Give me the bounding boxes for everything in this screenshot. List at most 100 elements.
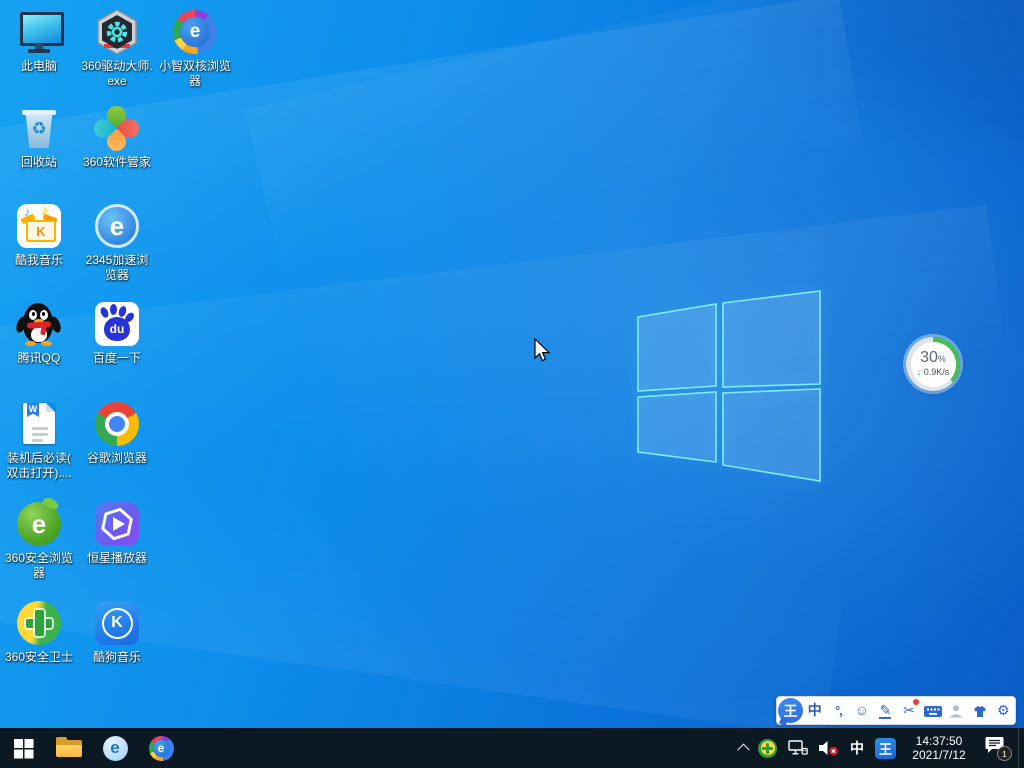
tray-date: 2021/7/12 — [908, 748, 970, 762]
hexagon-gear-icon — [93, 8, 141, 56]
penguin-pupil — [32, 312, 35, 316]
gradient-tile — [95, 502, 139, 546]
icon-label: 此电脑 — [0, 59, 82, 74]
recycle-bin-icon: ♻ — [15, 104, 63, 152]
desktop-icon-tencent-qq[interactable]: 腾讯QQ — [0, 300, 78, 366]
desktop-wallpaper: 此电脑 360驱动大师. exe e 小智双核浏览 器 ♻ 回收站 — [0, 0, 1024, 728]
handwriting-pencil-icon[interactable]: ✎ — [874, 698, 898, 723]
speed-ball[interactable]: 30% ↓ 0.9K/s — [906, 337, 960, 391]
text-line — [32, 433, 48, 436]
icon-label: 百度一下 — [74, 351, 160, 366]
emoji-icon[interactable]: ☺ — [850, 698, 874, 723]
tray-clock[interactable]: 14:37:50 2021/7/12 — [908, 734, 970, 762]
document-page: W — [23, 403, 55, 444]
paw-toe — [110, 304, 117, 315]
desktop-icon-recycle-bin[interactable]: ♻ 回收站 — [0, 104, 78, 170]
qq-penguin-icon — [15, 300, 63, 348]
account-person-icon[interactable] — [944, 698, 968, 723]
taskbar: e e — [0, 728, 1024, 768]
icon-label: 360软件管家 — [74, 155, 160, 170]
star-player-icon — [93, 500, 141, 548]
ime-toolbar[interactable]: 王 中 °, ☺ ✎ ✂ ⚙ — [776, 696, 1016, 725]
desktop-icon-star-player[interactable]: 恒星播放器 — [78, 500, 156, 566]
taskbar-xiaozhi-browser-button[interactable]: e — [138, 728, 184, 768]
desktop-icon-kugou-music[interactable]: K 酷狗音乐 — [78, 599, 156, 665]
system-tray: 中 王 14:37:50 2021/7/12 1 — [731, 728, 1024, 768]
paw-palm-du: du — [104, 317, 130, 341]
icon-label: 装机后必读( 双击打开).... — [0, 451, 82, 481]
360-safe-icon — [15, 599, 63, 647]
icon-label: 360驱动大师. exe — [74, 59, 160, 89]
volume-muted-icon[interactable] — [818, 728, 840, 768]
baidu-paw-icon: du — [93, 300, 141, 348]
settings-gear-icon[interactable]: ⚙ — [992, 698, 1016, 723]
icon-label: 谷歌浏览器 — [74, 451, 160, 466]
icon-label: 恒星播放器 — [74, 551, 160, 566]
taskbar-2345-browser-button[interactable]: e — [92, 728, 138, 768]
icon-label: 酷我音乐 — [0, 253, 82, 268]
bin-rim — [22, 110, 56, 115]
screenshot-scissors-icon[interactable]: ✂ — [897, 698, 921, 723]
icon-label: 回收站 — [0, 155, 82, 170]
input-language-indicator[interactable]: 中 — [850, 738, 864, 758]
windows-logo — [628, 284, 828, 489]
desktop-icon-kuwo-music[interactable]: K ♪ ♪ 酷我音乐 — [0, 202, 78, 268]
browser-e-colorful-icon: e — [149, 736, 174, 761]
tray-time: 14:37:50 — [908, 734, 970, 748]
start-button[interactable] — [0, 728, 46, 768]
driver-master-icon — [93, 8, 141, 56]
network-status-icon[interactable] — [788, 728, 808, 768]
virtual-keyboard-icon[interactable] — [921, 698, 945, 723]
this-pc-icon — [15, 8, 63, 56]
windows-start-icon — [13, 738, 34, 759]
xiaozhi-browser-icon: e — [171, 8, 219, 56]
file-explorer-button[interactable] — [46, 728, 92, 768]
play-star-icon — [95, 502, 139, 546]
browser-e-glyph: e — [180, 17, 210, 47]
mouse-cursor — [532, 338, 552, 364]
desktop-icon-xiaozhi-browser[interactable]: e 小智双核浏览 器 — [156, 8, 234, 89]
folder-icon — [56, 738, 82, 758]
360-browser-icon: e — [15, 500, 63, 548]
monitor-screen — [20, 12, 64, 46]
speaker-mute-icon — [818, 740, 840, 756]
desktop-icon-software-manager[interactable]: 360软件管家 — [78, 104, 156, 170]
action-center-button[interactable]: 1 — [984, 735, 1010, 761]
desktop-icon-chrome[interactable]: 谷歌浏览器 — [78, 400, 156, 466]
readme-doc-icon: W — [15, 400, 63, 448]
desktop-icon-this-pc[interactable]: 此电脑 — [0, 8, 78, 74]
ime-logo[interactable]: 王 — [778, 698, 803, 723]
browser-e-icon: e — [103, 736, 128, 761]
chevron-up-icon — [737, 743, 750, 756]
desktop-icon-baidu[interactable]: du 百度一下 — [78, 300, 156, 366]
ime-mode-toggle[interactable]: 中 — [803, 698, 827, 723]
network-speed: ↓ 0.9K/s — [917, 367, 950, 378]
tray-360-safe-icon[interactable] — [758, 728, 788, 768]
desktop-icon-360-browser[interactable]: e 360安全浏览 器 — [0, 500, 78, 581]
desktop-icon-readme-doc[interactable]: W 装机后必读( 双击打开).... — [0, 400, 78, 481]
plus-vertical-fill — [35, 610, 44, 636]
monitor-base — [28, 49, 50, 53]
bookmark-w: W — [27, 403, 39, 417]
ethernet-monitor-icon — [788, 740, 808, 756]
ime-punctuation-toggle[interactable]: °, — [827, 698, 851, 723]
desktop-icon-360-safe[interactable]: 360安全卫士 — [0, 599, 78, 665]
show-desktop-button[interactable] — [1019, 728, 1024, 768]
folder-front — [56, 745, 82, 757]
memory-percent: 30% — [920, 350, 946, 367]
icon-label: 酷狗音乐 — [74, 650, 160, 665]
desktop-icon-driver-master[interactable]: 360驱动大师. exe — [78, 8, 156, 89]
software-manager-icon — [93, 104, 141, 152]
taskbar-buttons: e e — [0, 728, 184, 768]
360-shield-icon — [758, 739, 777, 758]
speed-ball-face: 30% ↓ 0.9K/s — [911, 342, 956, 387]
skin-shirt-icon[interactable] — [968, 698, 992, 723]
ime-tray-badge[interactable]: 王 — [875, 738, 896, 759]
icon-label: 小智双核浏览 器 — [152, 59, 238, 89]
2345-browser-icon: e — [93, 202, 141, 250]
kuwo-music-icon: K ♪ ♪ — [15, 202, 63, 250]
hidden-icons-chevron[interactable] — [731, 728, 758, 768]
desktop-icon-2345-browser[interactable]: e 2345加速浏 览器 — [78, 202, 156, 283]
music-note-icon: ♪ — [41, 202, 49, 219]
text-line — [32, 427, 48, 430]
